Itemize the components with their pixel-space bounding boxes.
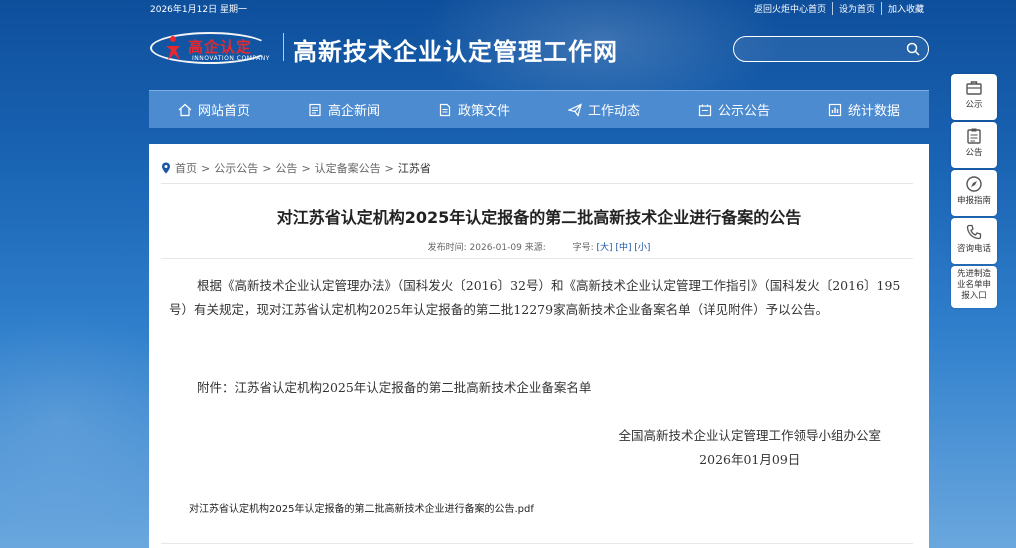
font-size-small-link[interactable]: [小]	[634, 243, 650, 253]
link-set-homepage[interactable]: 设为首页	[831, 2, 881, 15]
site-title: 高新技术企业认定管理工作网	[293, 37, 618, 66]
link-add-favorite[interactable]: 加入收藏	[880, 2, 930, 15]
font-size-medium-link[interactable]: [中]	[615, 243, 631, 253]
location-pin-icon	[162, 162, 170, 174]
side-widget-hotline[interactable]: 咨询电话	[951, 218, 997, 264]
source-label: 来源:	[524, 243, 546, 253]
nav-item-work[interactable]: 工作动态	[558, 100, 650, 119]
sign-date: 2026年01月09日	[699, 452, 801, 467]
breadcrumb-current[interactable]: 江苏省	[398, 160, 431, 176]
publish-date: 2026-01-09	[469, 243, 522, 253]
logo-english: INNOVATION COMPANY	[192, 55, 270, 62]
compass-icon	[966, 176, 982, 192]
nav-item-home[interactable]: 网站首页	[168, 100, 260, 119]
content-card: 首页 > 公示公告 > 公告 > 认定备案公告 > 江苏省 对江苏省认定机构20…	[149, 144, 929, 548]
side-widget-manufacturing-entry[interactable]: 先进制造业名单申报入口	[951, 266, 997, 308]
article-title: 对江苏省认定机构2025年认定报备的第二批高新技术企业进行备案的公告	[276, 208, 802, 227]
breadcrumb-separator: >	[201, 161, 211, 175]
site-logo[interactable]: 高 高企认定 INNOVATION COMPANY	[148, 28, 278, 68]
nav-label: 网站首页	[197, 104, 250, 119]
breadcrumb-separator: >	[301, 161, 311, 175]
font-size-control: 字号: [大] [中] [小]	[573, 243, 651, 253]
home-icon	[178, 103, 192, 116]
side-widget-publicity[interactable]: 公示	[951, 74, 997, 120]
top-links: 返回火炬中心首页 设为首页 加入收藏	[748, 2, 930, 15]
breadcrumb-separator: >	[262, 161, 272, 175]
nav-label: 政策文件	[457, 104, 510, 119]
breadcrumb-home[interactable]: 首页	[175, 160, 197, 176]
side-widget-label: 咨询电话	[956, 244, 991, 254]
header-divider	[283, 33, 284, 61]
logo-figure-icon	[166, 36, 180, 60]
attachment-file-link[interactable]: 对江苏省认定机构2025年认定报备的第二批高新技术企业进行备案的公告.pdf	[189, 500, 534, 515]
clipboard-icon	[967, 128, 981, 144]
main-nav: 网站首页 高企新闻 政策文件 工作动态 公示公告 统计数据	[149, 90, 929, 128]
divider	[161, 543, 913, 544]
divider	[161, 183, 913, 184]
top-bar: 2026年1月12日 星期一 返回火炬中心首页 设为首页 加入收藏	[150, 2, 930, 16]
side-widget-label: 公告	[965, 148, 983, 158]
nav-label: 统计数据	[847, 104, 900, 119]
nav-label: 工作动态	[587, 104, 640, 119]
nav-label: 高企新闻	[327, 104, 380, 119]
current-date: 2026年1月12日 星期一	[150, 5, 247, 15]
nav-label: 公示公告	[717, 104, 770, 119]
article-meta: 发布时间: 2026-01-09 来源: 字号: [大] [中] [小]	[149, 240, 929, 253]
font-size-label: 字号:	[572, 243, 594, 253]
news-icon	[309, 103, 321, 116]
article-signature: 全国高新技术企业认定管理工作领导小组办公室 2026年01月09日	[618, 424, 881, 472]
briefcase-icon	[966, 81, 982, 95]
signer-name: 全国高新技术企业认定管理工作领导小组办公室	[618, 428, 881, 443]
publish-label: 发布时间:	[427, 243, 467, 253]
document-icon	[439, 103, 451, 116]
logo-name: 高企认定	[188, 38, 253, 56]
divider	[161, 258, 913, 259]
side-widget-label: 公示	[965, 100, 983, 110]
nav-item-notice[interactable]: 公示公告	[688, 100, 780, 119]
breadcrumb-separator: >	[384, 161, 394, 175]
side-widget-guide[interactable]: 申报指南	[951, 170, 997, 216]
phone-icon	[966, 224, 982, 240]
chart-icon	[828, 103, 842, 116]
font-size-large-link[interactable]: [大]	[597, 243, 613, 253]
breadcrumb-filing[interactable]: 认定备案公告	[315, 160, 381, 176]
breadcrumb: 首页 > 公示公告 > 公告 > 认定备案公告 > 江苏省	[161, 160, 431, 176]
breadcrumb-announcement[interactable]: 公告	[275, 160, 297, 176]
article-attachment-note: 附件：江苏省认定机构2025年认定报备的第二批高新技术企业备案名单	[197, 380, 592, 395]
side-widget-announcement[interactable]: 公告	[951, 122, 997, 168]
search-input[interactable]	[744, 40, 894, 58]
article-paragraph: 根据《高新技术企业认定管理办法》（国科发火〔2016〕32号）和《高新技术企业认…	[169, 278, 901, 317]
link-return-home[interactable]: 返回火炬中心首页	[748, 2, 832, 15]
send-icon	[567, 102, 582, 117]
nav-item-stats[interactable]: 统计数据	[818, 100, 910, 119]
article-body: 根据《高新技术企业认定管理办法》（国科发火〔2016〕32号）和《高新技术企业认…	[169, 274, 909, 395]
side-widget-label: 申报指南	[956, 196, 991, 206]
search-icon[interactable]	[906, 42, 920, 56]
breadcrumb-notices[interactable]: 公示公告	[214, 160, 258, 176]
side-widget-label: 先进制造业名单申报入口	[956, 269, 991, 301]
nav-item-news[interactable]: 高企新闻	[298, 100, 390, 119]
search-box	[733, 36, 929, 62]
notice-icon	[698, 104, 712, 116]
nav-item-policy[interactable]: 政策文件	[428, 100, 520, 119]
